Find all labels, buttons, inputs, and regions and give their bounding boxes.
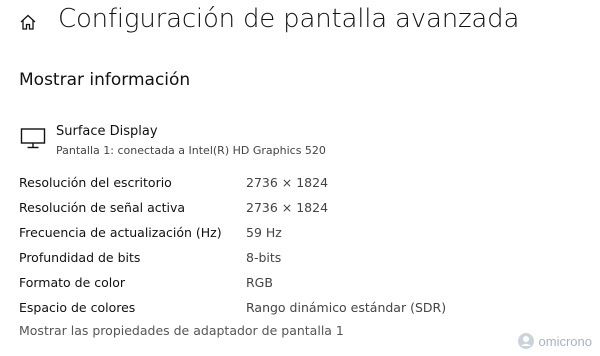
page-title: Configuración de pantalla avanzada xyxy=(58,4,520,34)
info-label: Formato de color xyxy=(19,275,126,290)
info-label: Profundidad de bits xyxy=(19,250,141,265)
info-row-color-space: Espacio de colores Rango dinámico estánd… xyxy=(19,297,579,322)
info-row-refresh-rate: Frecuencia de actualización (Hz) 59 Hz xyxy=(19,222,579,247)
info-value: 2736 × 1824 xyxy=(246,175,329,190)
info-label: Frecuencia de actualización (Hz) xyxy=(19,225,222,240)
display-name: Surface Display xyxy=(56,124,158,139)
info-value: 2736 × 1824 xyxy=(246,200,329,215)
info-value: 8-bits xyxy=(246,250,282,265)
monitor-icon xyxy=(20,127,46,151)
info-row-active-signal-resolution: Resolución de señal activa 2736 × 1824 xyxy=(19,197,579,222)
info-value: 59 Hz xyxy=(246,225,282,240)
watermark: omicrono xyxy=(517,332,592,350)
section-title: Mostrar información xyxy=(19,70,191,90)
info-label: Espacio de colores xyxy=(19,300,136,315)
info-label: Resolución del escritorio xyxy=(19,175,172,190)
info-value: Rango dinámico estándar (SDR) xyxy=(246,300,447,315)
info-label: Resolución de señal activa xyxy=(19,200,186,215)
info-row-color-format: Formato de color RGB xyxy=(19,272,579,297)
display-info-table: Resolución del escritorio 2736 × 1824 Re… xyxy=(19,172,579,322)
info-row-desktop-resolution: Resolución del escritorio 2736 × 1824 xyxy=(19,172,579,197)
info-row-bit-depth: Profundidad de bits 8-bits xyxy=(19,247,579,272)
display-connection: Pantalla 1: conectada a Intel(R) HD Grap… xyxy=(56,144,326,157)
settings-page: Configuración de pantalla avanzada Mostr… xyxy=(0,0,600,356)
info-value: RGB xyxy=(246,275,273,290)
home-icon[interactable] xyxy=(18,12,38,32)
watermark-logo-icon xyxy=(517,332,535,350)
adapter-properties-link[interactable]: Mostrar las propiedades de adaptador de … xyxy=(19,323,344,338)
watermark-text: omicrono xyxy=(538,333,592,349)
